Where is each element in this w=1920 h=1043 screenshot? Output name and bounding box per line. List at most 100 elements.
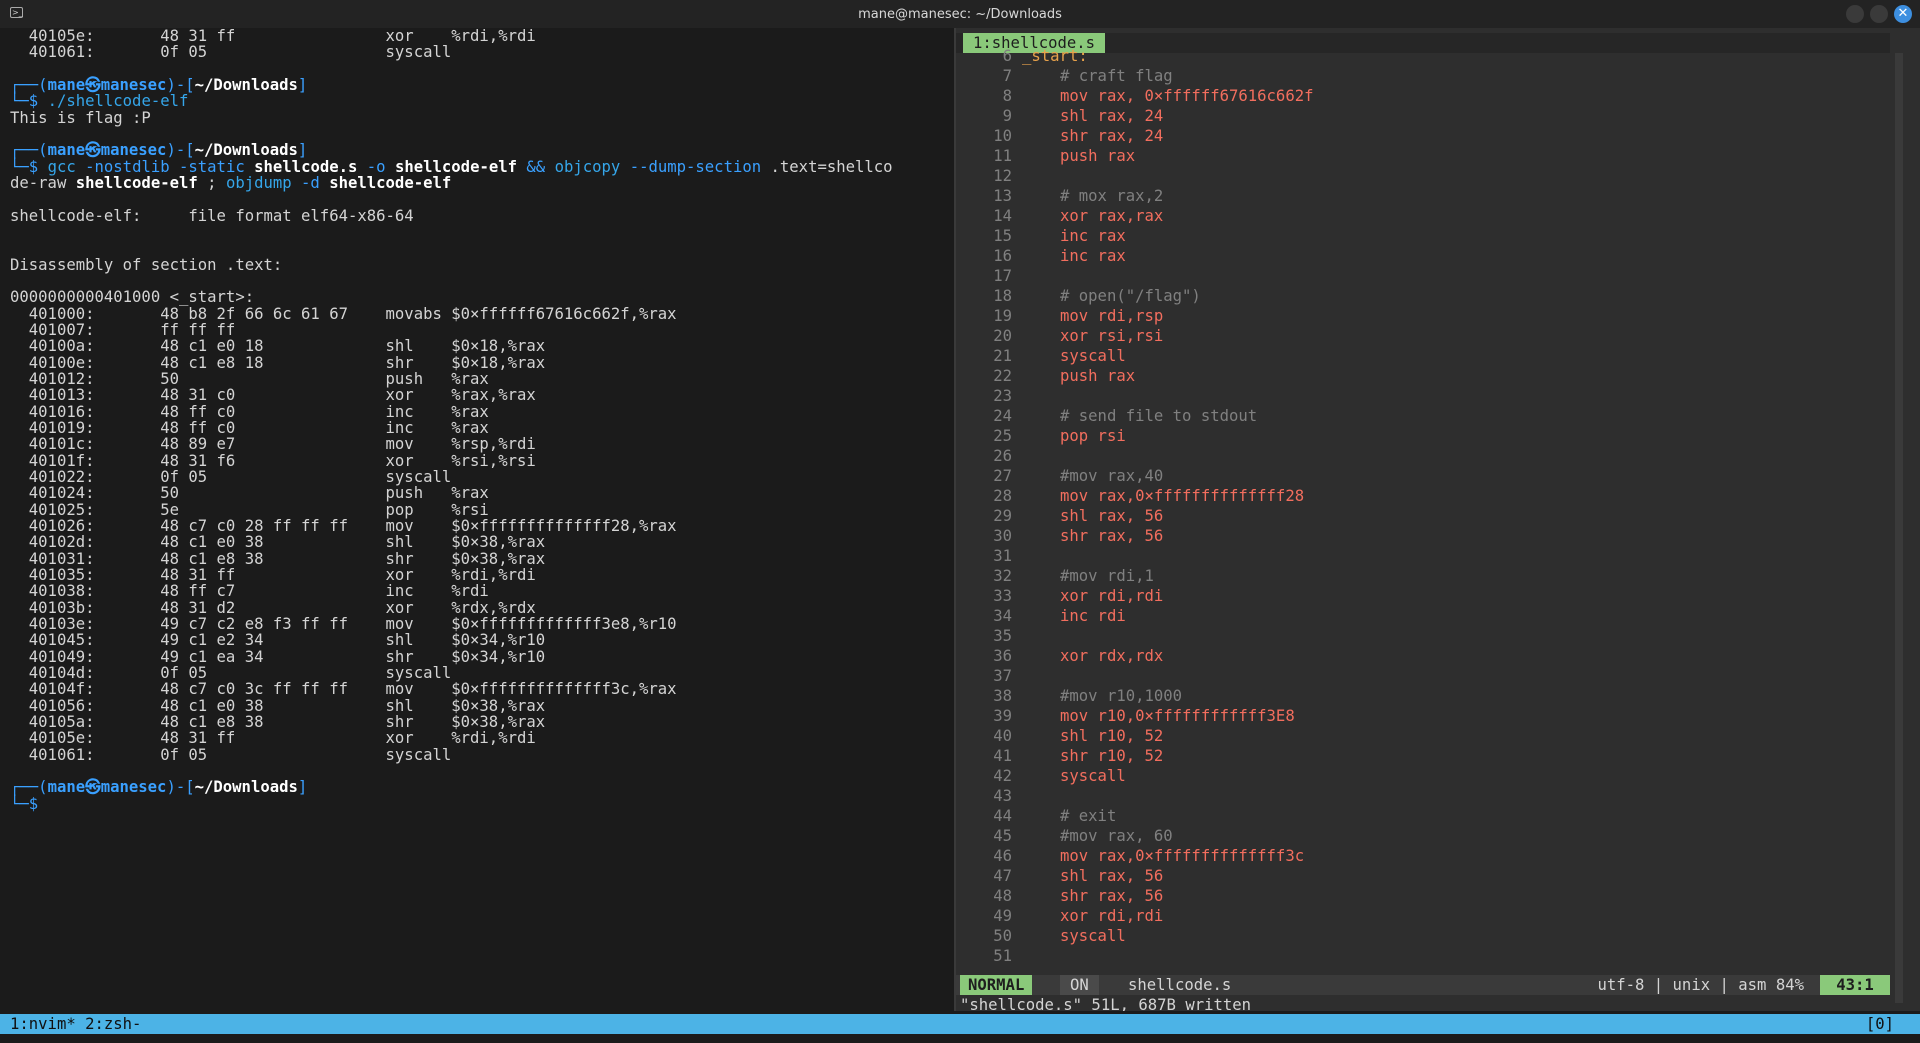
- terminal-text: └─$: [10, 794, 48, 813]
- window-title: mane@manesec: ~/Downloads: [858, 7, 1062, 22]
- line-number: 50: [993, 927, 1012, 945]
- code-text: # open("/flag"): [1060, 287, 1201, 305]
- command-message: "shellcode.s" 51L, 687B written: [960, 996, 1252, 1011]
- line-number: 33: [993, 587, 1012, 605]
- minimize-button[interactable]: [1846, 5, 1864, 23]
- line-number: 13: [993, 187, 1012, 205]
- code-text: mov rdi,rsp: [1060, 307, 1164, 325]
- terminal-line: shellcode-elf: file format elf64-x86-64: [10, 206, 414, 226]
- window-titlebar: >_ mane@manesec: ~/Downloads ✕: [0, 0, 1920, 28]
- code-text: mov rax,0×ffffffffffffff28: [1060, 487, 1305, 505]
- editor-scrollbar[interactable]: [1895, 53, 1903, 1003]
- code-text: #mov rax, 60: [1060, 827, 1173, 845]
- status-filename: shellcode.s: [1128, 976, 1232, 994]
- tmux-window-list[interactable]: 1:nvim* 2:zsh-: [10, 1014, 141, 1034]
- line-number: 8: [1002, 87, 1012, 105]
- line-number: 34: [993, 607, 1012, 625]
- code-text: xor rsi,rsi: [1060, 327, 1164, 345]
- line-number: 37: [993, 667, 1012, 685]
- code-text: push rax: [1060, 367, 1136, 385]
- terminal-text: objdump: [225, 173, 302, 192]
- line-number: 30: [993, 527, 1012, 545]
- terminal-text: &&: [526, 157, 555, 176]
- terminal-line: de-raw shellcode-elf ; objdump -d shellc…: [10, 173, 451, 193]
- line-number: 6: [1002, 47, 1012, 65]
- line-number: 31: [993, 547, 1012, 565]
- line-number: 20: [993, 327, 1012, 345]
- bottom-strip: [0, 1034, 1920, 1043]
- line-number: 46: [993, 847, 1012, 865]
- terminal-text: mane㉿manesec: [47, 778, 167, 797]
- code-text: #mov rdi,1: [1060, 567, 1154, 585]
- terminal-text: objcopy: [554, 157, 630, 176]
- code-text: mov rax, 0×ffffff67616c662f: [1060, 87, 1314, 105]
- code-text: syscall: [1060, 347, 1126, 365]
- terminal-text: This is flag :P: [10, 108, 151, 127]
- code-text: mov rax,0×ffffffffffffff3c: [1060, 847, 1305, 865]
- line-number: 28: [993, 487, 1012, 505]
- nvim-tabline: 1:shellcode.s: [956, 33, 1890, 53]
- terminal-text: 401061: 0f 05 syscall: [10, 745, 452, 764]
- line-number: 24: [993, 407, 1012, 425]
- line-number: 51: [993, 947, 1012, 965]
- code-text: inc rax: [1060, 247, 1126, 265]
- paste-indicator: ON: [1060, 975, 1099, 995]
- line-number: 23: [993, 387, 1012, 405]
- line-number: 9: [1002, 107, 1012, 125]
- terminal-text: 401061: 0f 05 syscall: [10, 43, 452, 62]
- code-text: shr rax, 56: [1060, 887, 1164, 905]
- terminal-text: )-[: [166, 778, 195, 797]
- line-number: 36: [993, 647, 1012, 665]
- terminal-line: Disassembly of section .text:: [10, 255, 282, 275]
- code-text: pop rsi: [1060, 427, 1126, 445]
- code-text: xor rdi,rdi: [1060, 587, 1164, 605]
- code-text: # exit: [1060, 807, 1117, 825]
- terminal-text: shellcode-elf: file format elf64-x86-64: [10, 206, 414, 225]
- line-number: 43: [993, 787, 1012, 805]
- terminal-text: --dump-section: [629, 157, 771, 176]
- line-number: 21: [993, 347, 1012, 365]
- terminal-text: Disassembly of section .text:: [10, 255, 283, 274]
- code-text: shl rax, 56: [1060, 867, 1164, 885]
- line-number: 29: [993, 507, 1012, 525]
- maximize-button[interactable]: [1870, 5, 1888, 23]
- terminal-text: -d: [301, 173, 330, 192]
- code-text: syscall: [1060, 927, 1126, 945]
- line-number: 19: [993, 307, 1012, 325]
- line-number: 44: [993, 807, 1012, 825]
- code-text: mov r10,0×ffffffffffff3E8: [1060, 707, 1295, 725]
- line-number: 18: [993, 287, 1012, 305]
- terminal-line: 401061: 0f 05 syscall: [10, 745, 451, 765]
- code-text: shr r10, 52: [1060, 747, 1164, 765]
- terminal-text: ~/Downloads: [194, 778, 298, 797]
- line-number: 10: [993, 127, 1012, 145]
- terminal-pane-zsh[interactable]: 40105e: 48 31 ff xor %rdi,%rdi 401061: 0…: [0, 28, 954, 1011]
- line-number: 32: [993, 567, 1012, 585]
- line-number: 27: [993, 467, 1012, 485]
- code-text: shr rax, 24: [1060, 127, 1164, 145]
- code-text: shl r10, 52: [1060, 727, 1164, 745]
- line-number: 40: [993, 727, 1012, 745]
- status-percent: 84%: [1775, 976, 1804, 994]
- line-number: 26: [993, 447, 1012, 465]
- code-text: shl rax, 56: [1060, 507, 1164, 525]
- code-text: shl rax, 24: [1060, 107, 1164, 125]
- code-text: xor rax,rax: [1060, 207, 1164, 225]
- editor-pane-nvim[interactable]: 1:shellcode.s 6 _start: 7 # craft flag 8 mov …: [956, 28, 1920, 1011]
- line-number: 45: [993, 827, 1012, 845]
- terminal-text: de-raw: [10, 173, 76, 192]
- terminal-line: This is flag :P: [10, 108, 151, 128]
- line-number: 48: [993, 887, 1012, 905]
- terminal-text: ]: [297, 75, 308, 94]
- code-text: inc rax: [1060, 227, 1126, 245]
- close-button[interactable]: ✕: [1894, 5, 1912, 23]
- tmux-session-indicator: [0]: [1865, 1015, 1894, 1033]
- cursor-position: 43:1: [1820, 975, 1890, 995]
- terminal-text: shellcode-elf: [329, 173, 452, 192]
- nvim-statusline: NORMAL ON shellcode.s utf-8 | unix | asm…: [956, 975, 1890, 995]
- terminal-line: 401061: 0f 05 syscall: [10, 42, 451, 62]
- terminal-line: └─$: [10, 794, 48, 814]
- terminal-text: .text=shellco: [770, 157, 893, 176]
- line-number: 41: [993, 747, 1012, 765]
- code-text: # send file to stdout: [1060, 407, 1258, 425]
